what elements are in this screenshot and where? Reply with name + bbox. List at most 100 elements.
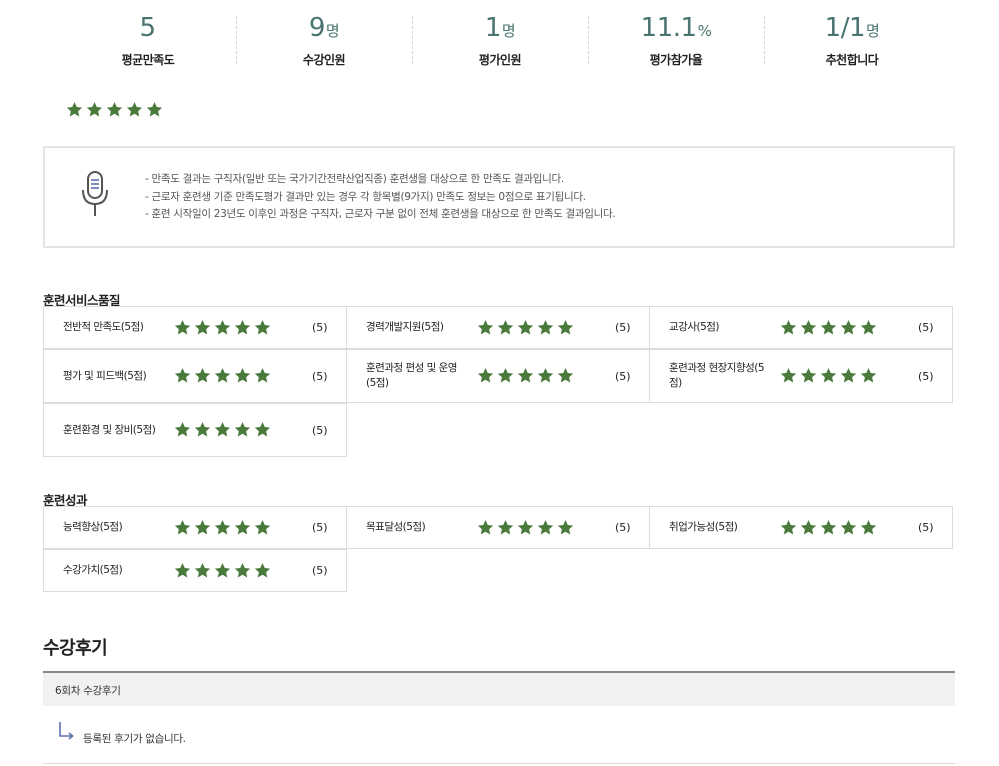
stat-evaluators: 1명 평가인원	[412, 12, 588, 68]
stat-value: 1	[484, 13, 502, 43]
quality-grid: 전반적 만족도(5점) (5) 경력개발지원(5점) (5) 교강사(5점) (…	[43, 306, 955, 458]
star-icon	[106, 101, 126, 119]
star-icon	[517, 319, 537, 337]
star-icon	[860, 519, 880, 537]
stat-enrolled: 9명 수강인원	[236, 12, 412, 68]
stat-unit: 명	[866, 22, 880, 40]
rating-item-stars	[174, 319, 274, 337]
star-icon	[254, 319, 274, 337]
rating-item-score: (5)	[312, 321, 328, 334]
star-icon	[840, 367, 860, 385]
star-icon	[860, 319, 880, 337]
rating-item-score: (5)	[615, 521, 631, 534]
star-icon	[234, 562, 254, 580]
rating-item-name: 취업가능성(5점)	[669, 521, 738, 533]
star-icon	[214, 562, 234, 580]
reply-arrow-icon	[59, 722, 74, 740]
rating-item-stars	[477, 519, 577, 537]
notice-line: - 훈련 시작일이 23년도 이후인 과정은 구직자, 근로자 구분 없이 전체…	[145, 208, 616, 220]
star-icon	[86, 101, 106, 119]
star-icon	[820, 519, 840, 537]
review-empty-message: 등록된 후기가 없습니다.	[83, 733, 186, 745]
rating-cell: 훈련과정 편성 및 운영(5점) (5)	[346, 349, 650, 403]
average-rating-stars	[66, 101, 166, 119]
star-icon	[780, 367, 800, 385]
star-icon	[174, 519, 194, 537]
star-icon	[840, 319, 860, 337]
stat-label: 평균만족도	[121, 53, 175, 67]
star-icon	[780, 519, 800, 537]
stat-value: 5	[139, 13, 156, 43]
star-icon	[537, 519, 557, 537]
reviews-title: 수강후기	[43, 638, 108, 659]
star-icon	[234, 519, 254, 537]
star-icon	[234, 319, 254, 337]
rating-item-stars	[780, 367, 880, 385]
star-icon	[254, 367, 274, 385]
star-icon	[234, 421, 254, 439]
rating-item-score: (5)	[312, 369, 328, 383]
rating-item-stars	[477, 367, 577, 385]
star-icon	[800, 367, 820, 385]
rating-item-name: 평가 및 피드백(5점)	[63, 369, 147, 382]
star-icon	[800, 519, 820, 537]
microphone-icon	[82, 171, 108, 216]
stat-unit: %	[697, 22, 712, 40]
rating-item-score: (5)	[312, 423, 328, 437]
star-icon	[477, 519, 497, 537]
review-empty-row: 등록된 후기가 없습니다.	[43, 706, 955, 764]
star-icon	[497, 319, 517, 337]
stat-value: 11.1	[640, 13, 697, 43]
rating-item-score: (5)	[918, 521, 934, 534]
outcome-row: 수강가치(5점) (5)	[43, 549, 955, 593]
rating-cell: 평가 및 피드백(5점) (5)	[43, 349, 347, 403]
star-icon	[194, 519, 214, 537]
rating-item-stars	[174, 519, 274, 537]
star-icon	[254, 421, 274, 439]
star-icon	[780, 319, 800, 337]
rating-item-name: 교강사(5점)	[669, 321, 720, 333]
star-icon	[234, 367, 254, 385]
star-icon	[194, 367, 214, 385]
star-icon	[254, 562, 274, 580]
rating-item-stars	[477, 319, 577, 337]
stat-participation-rate: 11.1% 평가참가율	[588, 12, 764, 68]
star-icon	[194, 421, 214, 439]
rating-cell: 전반적 만족도(5점) (5)	[43, 306, 347, 349]
rating-item-stars	[780, 519, 880, 537]
stat-label: 추천합니다	[825, 53, 879, 67]
review-round-header: 6회차 수강후기	[43, 671, 955, 706]
star-icon	[860, 367, 880, 385]
stat-average-satisfaction: 5 평균만족도	[60, 12, 236, 68]
star-icon	[174, 421, 194, 439]
star-icon	[820, 367, 840, 385]
rating-cell: 능력향상(5점) (5)	[43, 506, 347, 549]
rating-item-score: (5)	[615, 369, 631, 383]
notice-line: - 근로자 훈련생 기준 만족도평가 결과만 있는 경우 각 항목별(9가지) …	[145, 190, 586, 203]
star-icon	[497, 519, 517, 537]
stat-recommend: 1/1명 추천합니다	[764, 12, 940, 68]
stat-value: 9	[308, 13, 326, 43]
rating-cell: 수강가치(5점) (5)	[43, 549, 347, 592]
stat-label: 평가인원	[478, 53, 522, 67]
star-icon	[174, 562, 194, 580]
rating-item-score: (5)	[312, 564, 328, 577]
star-icon	[477, 319, 497, 337]
rating-cell: 교강사(5점) (5)	[649, 306, 953, 349]
rating-item-stars	[174, 421, 274, 439]
star-icon	[820, 319, 840, 337]
rating-item-stars	[174, 367, 274, 385]
notice-lines: - 만족도 결과는 구직자(일반 또는 국가기간전략산업직종) 훈련생을 대상으…	[145, 171, 616, 224]
rating-item-name: 경력개발지원(5점)	[366, 321, 444, 333]
star-icon	[537, 367, 557, 385]
rating-item-stars	[174, 562, 274, 580]
rating-cell: 목표달성(5점) (5)	[346, 506, 650, 549]
star-icon	[194, 562, 214, 580]
rating-item-name: 훈련과정 편성 및 운영(5점)	[366, 362, 457, 389]
star-icon	[840, 519, 860, 537]
stat-label: 수강인원	[302, 53, 346, 67]
outcome-row: 능력향상(5점) (5) 목표달성(5점) (5) 취업가능성(5점) (5)	[43, 506, 955, 550]
star-icon	[174, 319, 194, 337]
rating-item-score: (5)	[918, 321, 934, 334]
star-icon	[194, 319, 214, 337]
